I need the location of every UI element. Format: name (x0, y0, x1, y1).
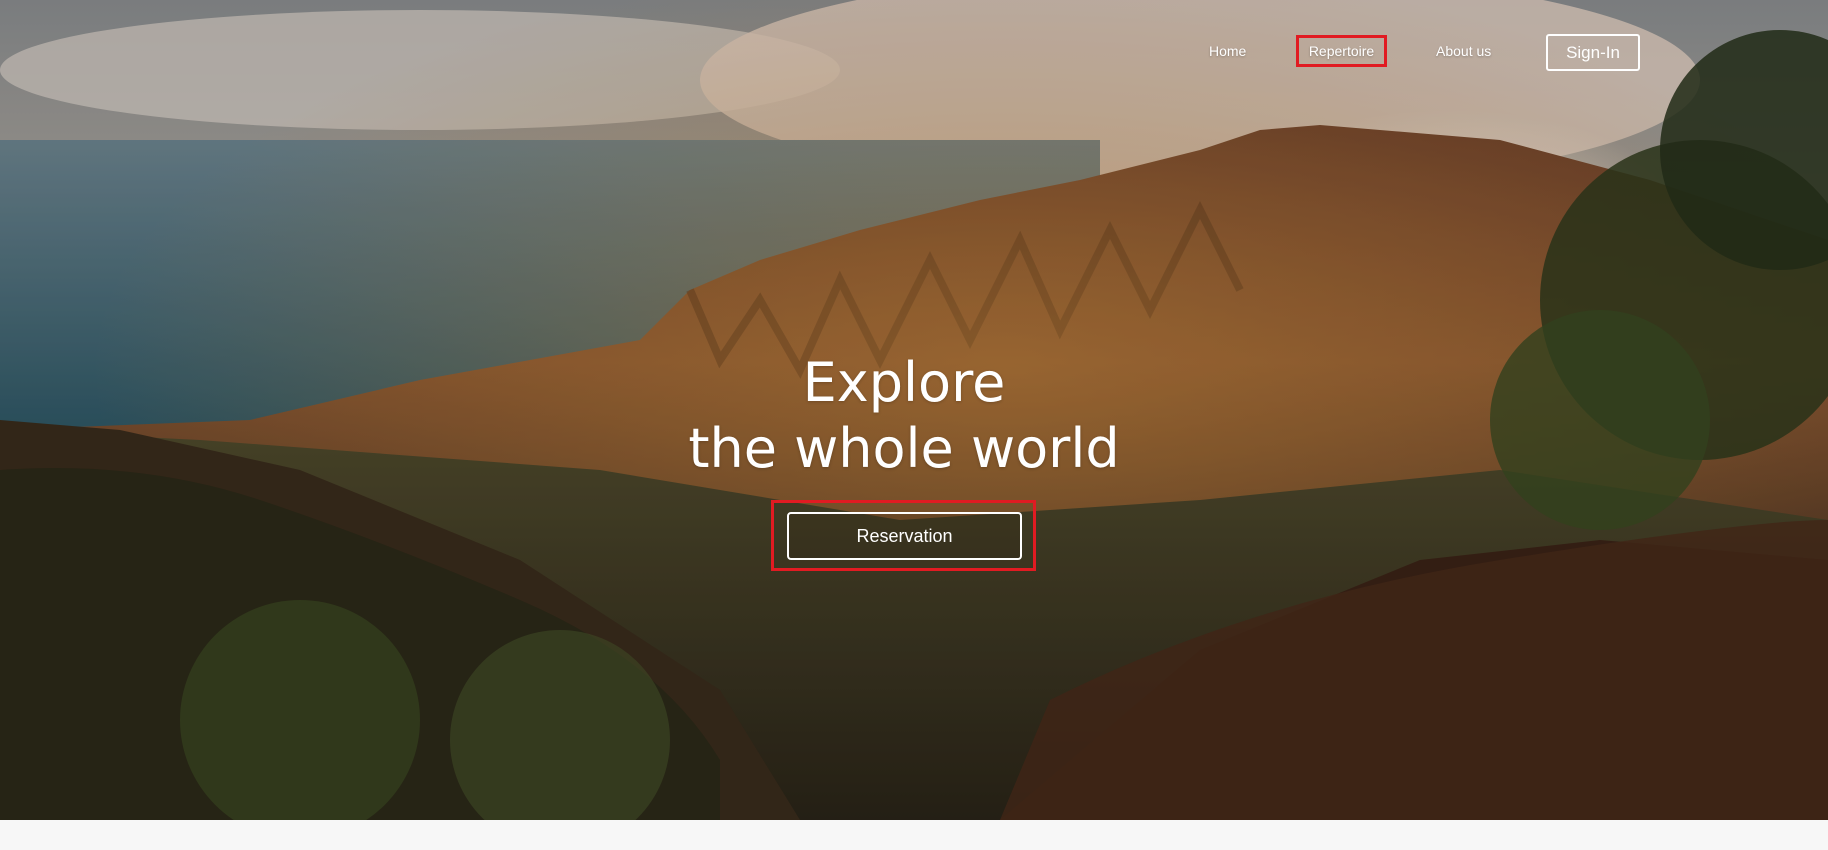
page-bottom-strip (0, 820, 1828, 850)
top-navigation: Home Repertoire About us Sign-In (0, 0, 1828, 100)
hero-section: Home Repertoire About us Sign-In Explore… (0, 0, 1828, 820)
nav-repertoire-link[interactable]: Repertoire (1296, 35, 1387, 67)
sign-in-button[interactable]: Sign-In (1546, 34, 1640, 71)
nav-about-link[interactable]: About us (1436, 36, 1491, 66)
headline-line-1: Explore (802, 351, 1006, 414)
headline-line-2: the whole world (688, 417, 1120, 480)
reservation-button[interactable]: Reservation (787, 512, 1022, 560)
nav-home-link[interactable]: Home (1209, 36, 1246, 66)
hero-headline: Explore the whole world (0, 350, 1808, 482)
